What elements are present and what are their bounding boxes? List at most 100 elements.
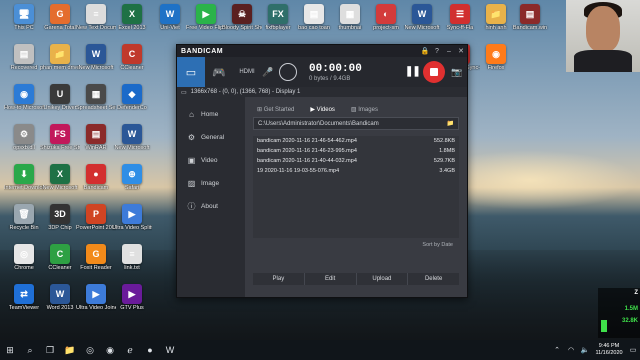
desktop-icon[interactable]: ⬇Internet Download: [4, 164, 44, 191]
record-button[interactable]: [423, 61, 445, 83]
file-row[interactable]: bandicam 2020-11-16 21-46-54-462.mp4 552.…: [253, 136, 459, 146]
desktop-icon[interactable]: ◉ Firefox: [476, 44, 516, 71]
desktop-icon-label: PowerPoint 2013: [76, 225, 116, 231]
taskbar-word[interactable]: W: [160, 340, 180, 360]
upload-button[interactable]: Upload: [356, 273, 409, 285]
desktop-icon[interactable]: ☠Bloody Spirit Shooter: [222, 4, 262, 31]
desktop-icon[interactable]: ☰ Sync-ff-Fla: [440, 4, 480, 31]
desktop-icon[interactable]: 🗑 Recycle Bin: [4, 204, 44, 231]
taskbar-bandicam[interactable]: ●: [140, 340, 160, 360]
start-button[interactable]: ⊞: [0, 340, 20, 360]
desktop-icon[interactable]: P PowerPoint 2013: [76, 204, 116, 231]
desktop-icon[interactable]: W New Microsoft: [76, 44, 116, 71]
desktop-icon[interactable]: X New Microsoft: [40, 164, 80, 191]
desktop-icon[interactable]: ▦Spreadsheet Settings: [76, 84, 116, 111]
taskbar-file-explorer[interactable]: 📁: [60, 340, 80, 360]
close-icon[interactable]: ✕: [455, 47, 467, 55]
taskbar-edge[interactable]: ℯ: [120, 340, 140, 360]
screen-mode-button[interactable]: ▭: [177, 57, 205, 87]
desktop-icon-image: 📁: [486, 4, 506, 24]
bandicam-titlebar[interactable]: BANDICAM 🔒 ? – ✕: [177, 45, 467, 57]
nav-video[interactable]: ▣ Video: [177, 149, 245, 172]
desktop-icon[interactable]: ⇄ TeamViewer: [4, 284, 44, 311]
nav-general[interactable]: ⚙ General: [177, 126, 245, 149]
device-mode-button[interactable]: HDMI: [233, 57, 261, 87]
desktop-icon[interactable]: ▤ WinRAR: [76, 124, 116, 151]
desktop-icon[interactable]: X Excel 2013: [112, 4, 152, 31]
tab-get-started[interactable]: ⊞ Get Started: [257, 106, 294, 113]
desktop-icon[interactable]: G Foxit Reader: [76, 244, 116, 271]
desktop-icon[interactable]: ◆ DefenderCo: [112, 84, 152, 111]
chrome-icon: ◎: [86, 344, 94, 355]
desktop-icon[interactable]: U Unikey Driver: [40, 84, 80, 111]
desktop-icon[interactable]: 3D 3DP Chip: [40, 204, 80, 231]
file-row[interactable]: 19 2020-11-16 19-03-55-076.mp4 3.4GB: [253, 166, 459, 176]
desktop-icon[interactable]: C CCleaner: [112, 44, 152, 71]
desktop-icon[interactable]: ≡New Text Document: [76, 4, 116, 31]
webcam-toggle-icon[interactable]: [279, 63, 297, 81]
desktop-icon-image: ▶: [86, 284, 106, 304]
desktop-icon[interactable]: ▤ bao cao toan: [294, 4, 334, 31]
game-mode-button[interactable]: 🎮: [205, 57, 233, 87]
microphone-icon[interactable]: 🎤: [261, 67, 275, 78]
desktop-icon-label: phan mem driver: [40, 65, 80, 71]
desktop-icon[interactable]: FSShizuka Free Studio: [40, 124, 80, 151]
desktop-icon[interactable]: W New Microsoft: [402, 4, 442, 31]
desktop-icon[interactable]: ◉ How-to Microsoft: [4, 84, 44, 111]
desktop-icon[interactable]: ▶ GTV Plus: [112, 284, 152, 311]
desktop-icon-image: ⬇: [14, 164, 34, 184]
desktop-icon[interactable]: W Uni-Viet: [150, 4, 190, 31]
desktop-icon-label: project-sm: [373, 25, 399, 31]
taskbar-firefox[interactable]: ◉: [100, 340, 120, 360]
lock-icon[interactable]: 🔒: [419, 47, 431, 55]
desktop-icon[interactable]: ● Bandicam: [76, 164, 116, 191]
file-row[interactable]: bandicam 2020-11-16 21-40-44-032.mp4 529.…: [253, 156, 459, 166]
desktop-icon[interactable]: ▦ thumbnai: [330, 4, 370, 31]
help-icon[interactable]: ?: [431, 48, 443, 55]
desktop-icon[interactable]: ▶Free Video Flip and: [186, 4, 226, 31]
desktop-icon-image: ▦: [340, 4, 360, 24]
nav-about[interactable]: ⓘ About: [177, 195, 245, 218]
search-button[interactable]: ⌕: [20, 340, 40, 360]
desktop-icon[interactable]: FX fixfbplayer: [258, 4, 298, 31]
nav-home[interactable]: ⌂ Home: [177, 103, 245, 126]
delete-button[interactable]: Delete: [408, 273, 459, 285]
desktop-icon-label: Ultra Video Joiner: [76, 305, 116, 311]
desktop-icon[interactable]: 🖥 This PC: [4, 4, 44, 31]
camera-icon[interactable]: 📷: [451, 67, 462, 78]
desktop-icon[interactable]: 📁 phan mem driver: [40, 44, 80, 71]
tab-videos[interactable]: ▶ Videos: [310, 106, 335, 113]
desktop-icon[interactable]: W New Microsoft: [112, 124, 152, 151]
pause-icon[interactable]: ❚❚: [405, 66, 421, 77]
desktop-icon[interactable]: ⚙ opsxb.dll: [4, 124, 44, 151]
tray-volume[interactable]: 🔈: [578, 340, 592, 360]
output-path-field[interactable]: C:\Users\Administrator\Documents\Bandica…: [253, 117, 459, 130]
desktop-icon[interactable]: ▶ Ultra Video Joiner: [76, 284, 116, 311]
desktop-icon[interactable]: ≡ link.txt: [112, 244, 152, 271]
desktop-icon[interactable]: ▤ Bandicam.win: [510, 4, 550, 31]
desktop-icon[interactable]: ◐ project-sm: [366, 4, 406, 31]
desktop-icon[interactable]: ◎ Chrome: [4, 244, 44, 271]
file-row[interactable]: bandicam 2020-11-16 21-46-23-995.mp4 1.8M…: [253, 146, 459, 156]
desktop-icon-label: Shizuka Free Studio: [40, 145, 80, 151]
desktop-icon-image: ≡: [122, 244, 142, 264]
tray-chevron[interactable]: ⌃: [550, 340, 564, 360]
play-button[interactable]: Play: [253, 273, 305, 285]
tray-network[interactable]: ◠: [564, 340, 578, 360]
tab-images[interactable]: ▨ Images: [351, 106, 378, 113]
task-view-button[interactable]: ❐: [40, 340, 60, 360]
desktop-icon[interactable]: ▶Ultra Video Splitter: [112, 204, 152, 231]
notification-button[interactable]: ▭: [626, 340, 640, 360]
desktop-icon[interactable]: ⊕ Safari: [112, 164, 152, 191]
taskbar-chrome[interactable]: ◎: [80, 340, 100, 360]
desktop-icon[interactable]: C CCleaner: [40, 244, 80, 271]
folder-icon[interactable]: 📁: [447, 120, 454, 127]
sort-control[interactable]: Sort by Date: [253, 242, 459, 252]
nav-image[interactable]: ▨ Image: [177, 172, 245, 195]
edit-button[interactable]: Edit: [304, 273, 357, 285]
desktop-icon[interactable]: ▤ Recovered: [4, 44, 44, 71]
taskbar-clock[interactable]: 9:46 PM 11/16/2020: [592, 343, 626, 357]
minimize-icon[interactable]: –: [443, 48, 455, 55]
desktop-icon[interactable]: G Garena Total: [40, 4, 80, 31]
desktop-icon[interactable]: W Word 2013: [40, 284, 80, 311]
